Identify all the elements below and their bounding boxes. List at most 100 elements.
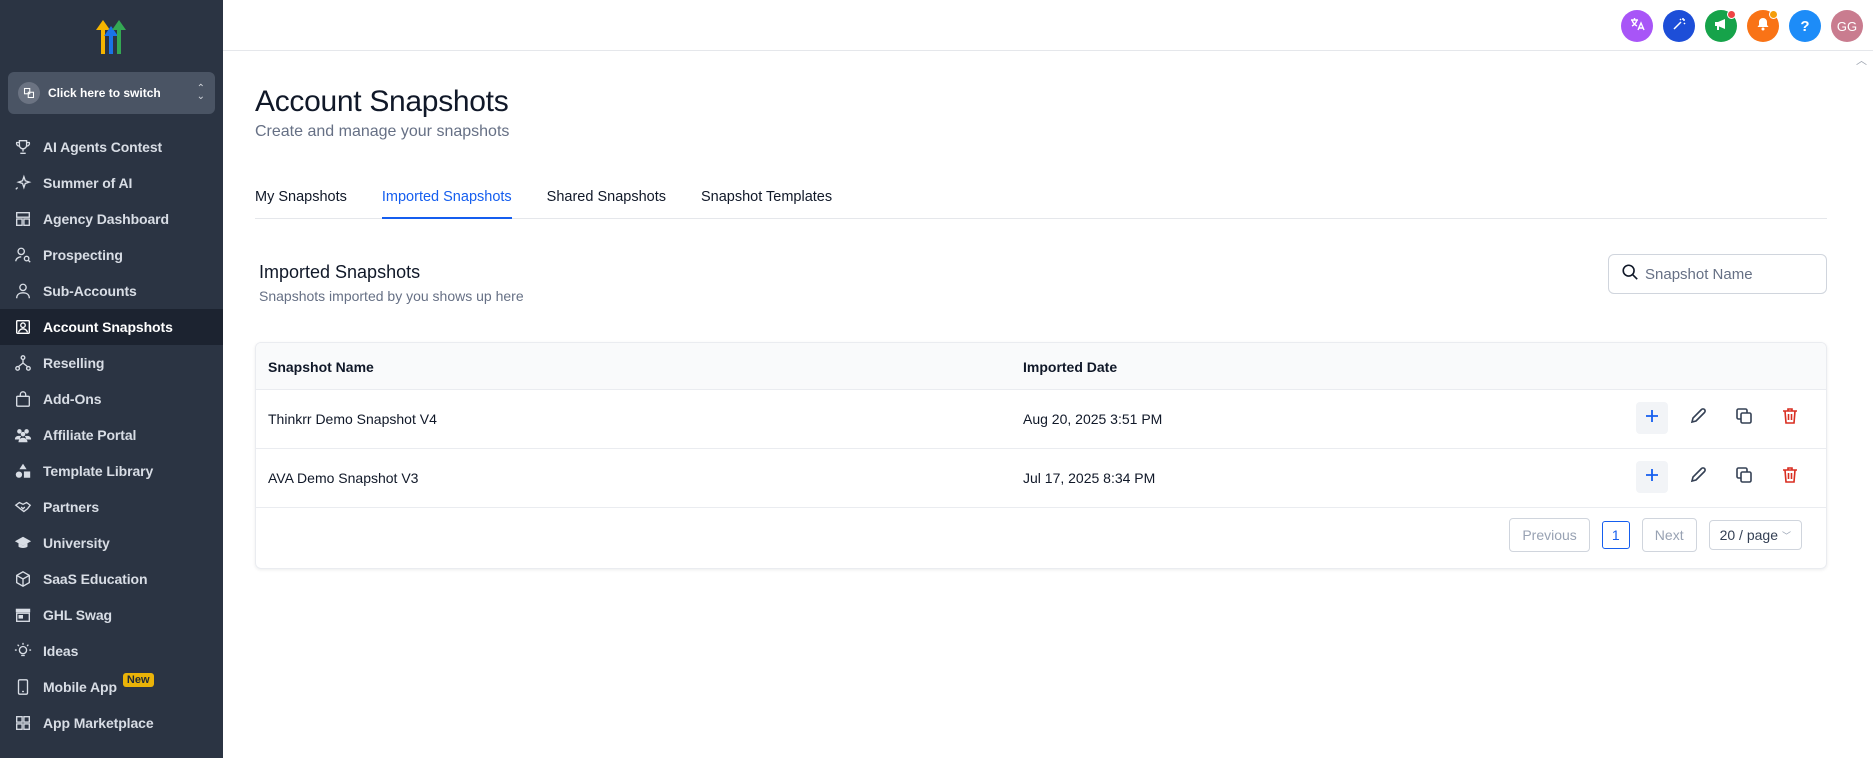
sidebar-item-ghl-swag[interactable]: GHL Swag <box>0 597 223 633</box>
app-logo[interactable] <box>90 16 132 56</box>
pencil-icon <box>1688 406 1708 431</box>
chevron-down-icon: ﹀ <box>1781 530 1791 541</box>
sidebar-item-affiliate-portal[interactable]: Affiliate Portal <box>0 417 223 453</box>
notification-dot <box>1769 10 1778 19</box>
user-icon <box>14 282 32 300</box>
sidebar-item-label: Prospecting <box>43 247 123 263</box>
sidebar-item-label: Affiliate Portal <box>43 427 137 443</box>
sparkle-icon <box>14 174 32 192</box>
user-avatar[interactable]: GG <box>1831 10 1863 42</box>
add-button[interactable] <box>1636 461 1668 493</box>
sidebar-item-label: Add-Ons <box>43 391 102 407</box>
add-button[interactable] <box>1636 402 1668 434</box>
sidebar-item-summer-of-ai[interactable]: Summer of AI <box>0 165 223 201</box>
sidebar-item-university[interactable]: University <box>0 525 223 561</box>
top-actions: ? GG <box>1621 10 1863 42</box>
sidebar-item-label: University <box>43 535 110 551</box>
row-actions <box>1636 461 1806 493</box>
sidebar-item-ai-agents-contest[interactable]: AI Agents Contest <box>0 129 223 165</box>
bag-icon <box>14 390 32 408</box>
page-title: Account Snapshots <box>255 85 509 118</box>
announcements-button[interactable] <box>1705 10 1737 42</box>
switch-icon <box>18 82 40 104</box>
sidebar-item-add-ons[interactable]: Add-Ons <box>0 381 223 417</box>
sidebar-item-label: Agency Dashboard <box>43 211 169 227</box>
translate-button[interactable] <box>1621 10 1653 42</box>
delete-button[interactable] <box>1774 461 1806 493</box>
sidebar-item-template-library[interactable]: Template Library <box>0 453 223 489</box>
sidebar-item-prospecting[interactable]: Prospecting <box>0 237 223 273</box>
column-header-snapshot-name: Snapshot Name <box>268 359 374 375</box>
sidebar-item-ideas[interactable]: Ideas <box>0 633 223 669</box>
reselling-icon <box>14 354 32 372</box>
sidebar-item-label: GHL Swag <box>43 607 112 623</box>
sidebar-item-mobile-app[interactable]: Mobile App New <box>0 669 223 705</box>
sidebar-item-partners[interactable]: Partners <box>0 489 223 525</box>
delete-button[interactable] <box>1774 402 1806 434</box>
page-size-select[interactable]: 20 / page ﹀ <box>1708 520 1802 550</box>
bell-icon <box>1755 16 1771 36</box>
pencil-icon <box>1688 465 1708 490</box>
sidebar-item-label: Account Snapshots <box>43 319 173 335</box>
snapshot-icon <box>14 318 32 336</box>
tab-snapshot-templates[interactable]: Snapshot Templates <box>701 181 832 219</box>
search-input[interactable] <box>1645 265 1815 283</box>
top-bar: ? GG <box>223 0 1873 51</box>
sidebar-item-account-snapshots[interactable]: Account Snapshots <box>0 309 223 345</box>
scroll-up-icon[interactable]: ︿ <box>1856 52 1867 68</box>
imported-date-cell: Aug 20, 2025 3:51 PM <box>1023 411 1163 427</box>
page-size-value: 20 / page <box>1719 527 1778 543</box>
magic-button[interactable] <box>1663 10 1695 42</box>
page-number-1[interactable]: 1 <box>1601 521 1630 549</box>
snapshot-name-cell: AVA Demo Snapshot V3 <box>268 470 419 486</box>
help-icon: ? <box>1800 17 1810 35</box>
handshake-icon <box>14 498 32 516</box>
sidebar-item-label: Sub-Accounts <box>43 283 137 299</box>
sidebar-item-reselling[interactable]: Reselling <box>0 345 223 381</box>
sidebar: Click here to switch ⌃ ⌄ AI Agents Contes… <box>0 0 223 758</box>
column-header-imported-date: Imported Date <box>1023 359 1118 375</box>
edit-button[interactable] <box>1682 402 1714 434</box>
new-badge: New <box>122 673 154 687</box>
sidebar-item-agency-dashboard[interactable]: Agency Dashboard <box>0 201 223 237</box>
tab-my-snapshots[interactable]: My Snapshots <box>255 181 347 219</box>
copy-button[interactable] <box>1728 461 1760 493</box>
sidebar-item-label: Template Library <box>43 463 154 479</box>
megaphone-icon <box>1713 16 1729 36</box>
copy-icon <box>1734 465 1754 490</box>
users-icon <box>14 426 32 444</box>
sidebar-item-sub-accounts[interactable]: Sub-Accounts <box>0 273 223 309</box>
plus-icon <box>1642 465 1662 490</box>
row-actions <box>1636 402 1806 434</box>
snapshots-table: Snapshot Name Imported Date Thinkrr Demo… <box>255 342 1827 569</box>
search-icon <box>1621 263 1645 286</box>
copy-icon <box>1734 406 1754 431</box>
sidebar-item-app-marketplace[interactable]: App Marketplace <box>0 705 223 741</box>
switcher-label: Click here to switch <box>48 86 161 100</box>
snapshot-name-cell: Thinkrr Demo Snapshot V4 <box>268 411 437 427</box>
tab-shared-snapshots[interactable]: Shared Snapshots <box>547 181 666 219</box>
plus-icon <box>1642 406 1662 431</box>
translate-icon <box>1629 16 1645 36</box>
copy-button[interactable] <box>1728 402 1760 434</box>
magic-wand-icon <box>1671 16 1687 36</box>
trophy-icon <box>14 138 32 156</box>
pagination: Previous 1 Next 20 / page ﹀ <box>1509 518 1802 552</box>
trash-icon <box>1780 465 1800 490</box>
sidebar-item-label: Summer of AI <box>43 175 133 191</box>
edit-button[interactable] <box>1682 461 1714 493</box>
help-button[interactable]: ? <box>1789 10 1821 42</box>
table-row: AVA Demo Snapshot V3 Jul 17, 2025 8:34 P… <box>256 449 1826 508</box>
trash-icon <box>1780 406 1800 431</box>
next-page-button[interactable]: Next <box>1641 518 1697 552</box>
notifications-button[interactable] <box>1747 10 1779 42</box>
previous-page-button[interactable]: Previous <box>1509 518 1590 552</box>
sidebar-item-saas-education[interactable]: SaaS Education <box>0 561 223 597</box>
section-subtitle: Snapshots imported by you shows up here <box>259 288 524 304</box>
shapes-icon <box>14 462 32 480</box>
account-switcher[interactable]: Click here to switch ⌃ ⌄ <box>8 72 215 114</box>
sidebar-item-label: Mobile App <box>43 679 117 695</box>
tab-imported-snapshots[interactable]: Imported Snapshots <box>381 181 512 219</box>
store-icon <box>14 606 32 624</box>
page-subtitle: Create and manage your snapshots <box>255 123 510 140</box>
